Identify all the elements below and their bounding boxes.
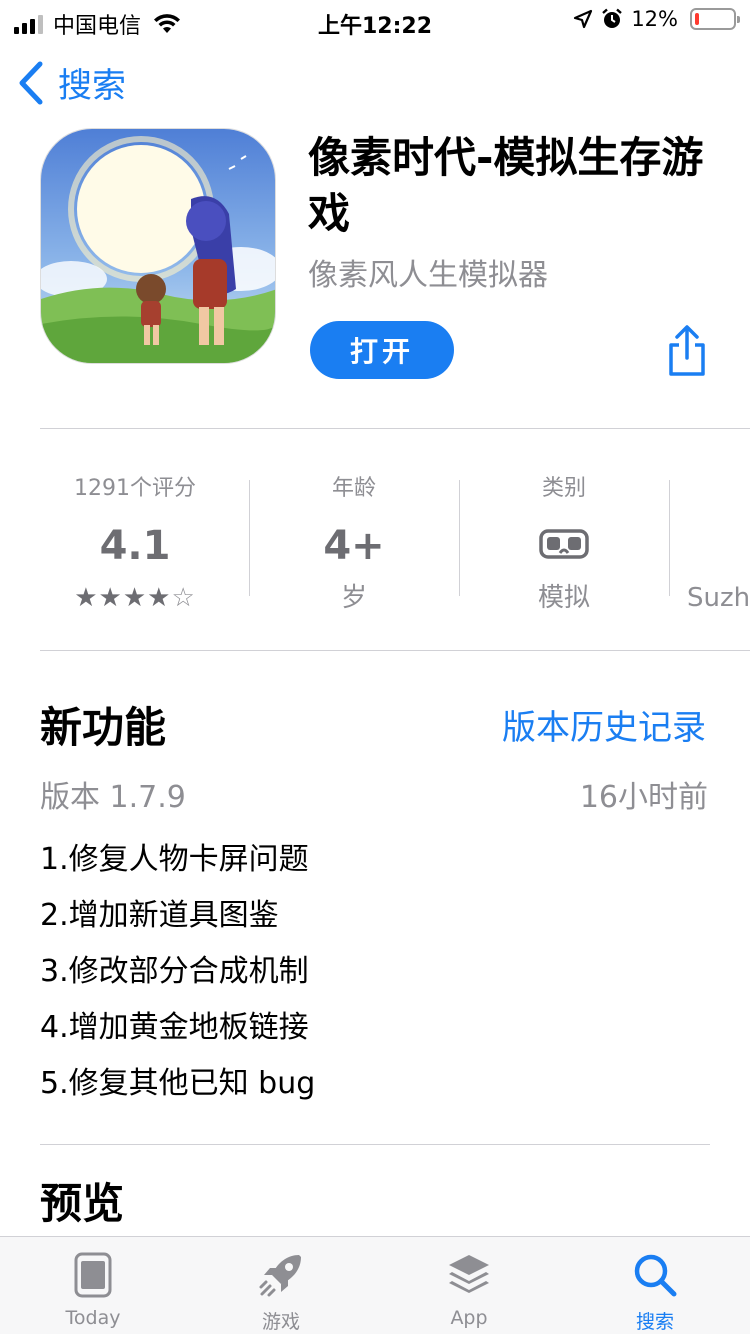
tab-label: App (450, 1307, 488, 1329)
category-value: 模拟 (537, 583, 590, 613)
share-icon[interactable] (664, 324, 710, 378)
vr-goggles-icon (539, 529, 589, 559)
version-number: 版本 1.7.9 (40, 780, 186, 815)
search-icon (634, 1254, 677, 1297)
chevron-left-icon (19, 61, 43, 104)
divider (40, 650, 750, 651)
app-title: 像素时代-模拟生存游戏 (308, 133, 704, 238)
rocket-icon (259, 1255, 301, 1297)
tab-label: 搜索 (635, 1311, 674, 1333)
category-column[interactable]: 类别 模拟 (459, 470, 669, 618)
release-note: 4.增加黄金地板链接 (40, 1010, 309, 1045)
rating-stars: ★★★★☆ (30, 578, 240, 618)
release-note: 1.修复人物卡屏问题 (40, 842, 309, 877)
ratings-column[interactable]: 1291个评分 4.1 ★★★★☆ (30, 470, 240, 618)
release-time: 16小时前 (579, 780, 708, 815)
whats-new-title: 新功能 (40, 703, 167, 752)
rating-value: 4.1 (99, 523, 171, 569)
stars-empty: ☆ (171, 583, 196, 613)
battery-fill (695, 13, 699, 25)
status-right: 12% (573, 7, 740, 31)
developer-name: Suzh (687, 583, 750, 613)
ratings-count-label: 1291个评分 (74, 476, 196, 501)
tab-apps[interactable]: App (394, 1237, 544, 1334)
status-bar: 中国电信 上午12:22 12% (0, 0, 750, 42)
divider (40, 428, 750, 429)
battery-percent: 12% (631, 7, 678, 31)
release-notes: 1.修复人物卡屏问题 2.增加新道具图鉴 3.修改部分合成机制 4.增加黄金地板… (40, 832, 315, 1112)
age-value: 4+ (323, 523, 385, 569)
release-note: 2.增加新道具图鉴 (40, 898, 279, 933)
open-button[interactable]: 打开 (310, 321, 454, 379)
back-label: 搜索 (58, 66, 126, 106)
tab-today[interactable]: Today (18, 1237, 168, 1334)
back-button[interactable]: 搜索 (16, 58, 126, 107)
age-column[interactable]: 年龄 4+ 岁 (249, 470, 459, 618)
age-unit: 岁 (340, 583, 367, 613)
age-label: 年龄 (331, 476, 376, 501)
category-label: 类别 (541, 476, 586, 501)
developer-column[interactable]: Suzh (669, 470, 750, 618)
tab-bar: Today 游戏 App 搜索 (0, 1236, 750, 1334)
battery-icon (690, 8, 740, 30)
stars-filled: ★★★★ (74, 583, 172, 613)
release-note: 5.修复其他已知 bug (40, 1066, 316, 1101)
tab-label: Today (65, 1307, 121, 1329)
tab-label: 游戏 (261, 1311, 300, 1333)
tab-search[interactable]: 搜索 (580, 1237, 730, 1334)
divider (40, 1144, 710, 1145)
version-history-link[interactable]: 版本历史记录 (502, 700, 706, 749)
preview-title: 预览 (40, 1179, 125, 1228)
tab-games[interactable]: 游戏 (206, 1237, 356, 1334)
category-icon-wrap (459, 508, 669, 578)
alarm-icon (602, 8, 623, 28)
layers-icon (449, 1255, 489, 1293)
release-note: 3.修改部分合成机制 (40, 954, 309, 989)
app-icon (40, 128, 276, 364)
app-subtitle: 像素风人生模拟器 (308, 258, 548, 293)
location-arrow-icon (574, 9, 593, 29)
today-icon (74, 1252, 112, 1298)
